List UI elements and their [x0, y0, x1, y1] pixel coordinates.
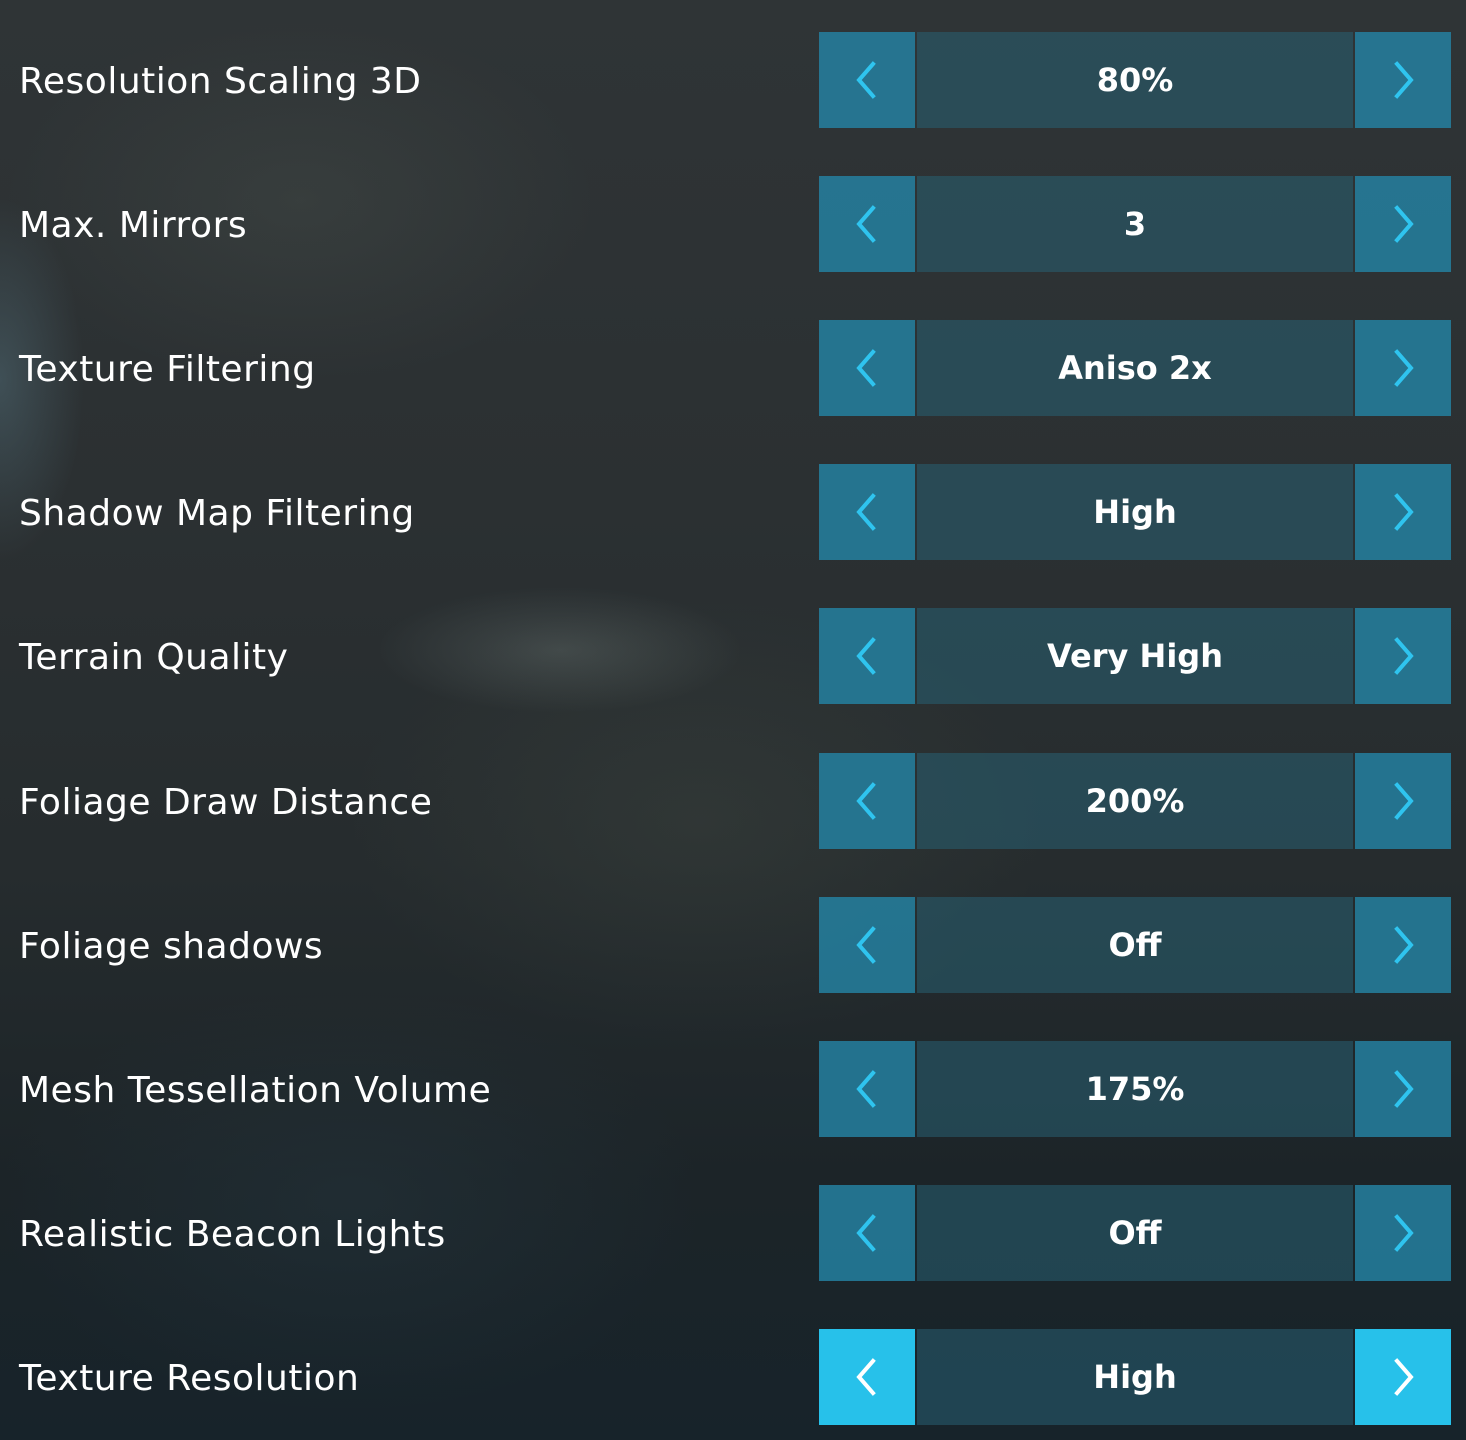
- chevron-right-icon: [1394, 1214, 1414, 1252]
- option-selector: Off: [819, 897, 1451, 993]
- option-value-display: 200%: [917, 753, 1353, 849]
- setting-label: Shadow Map Filtering: [19, 493, 415, 534]
- option-selector: High: [819, 464, 1451, 560]
- option-value-display: Off: [917, 1185, 1353, 1281]
- setting-label: Foliage Draw Distance: [19, 782, 433, 823]
- setting-label: Mesh Tessellation Volume: [19, 1070, 492, 1111]
- option-selector: Aniso 2x: [819, 320, 1451, 416]
- previous-option-button[interactable]: [819, 464, 915, 560]
- setting-label: Resolution Scaling 3D: [19, 61, 422, 102]
- setting-row-terrain-quality: Terrain Quality Very High: [0, 608, 1466, 704]
- chevron-left-icon: [856, 1070, 876, 1108]
- chevron-left-icon: [856, 1358, 876, 1396]
- chevron-left-icon: [856, 493, 876, 531]
- setting-row-mesh-tessellation-volume: Mesh Tessellation Volume 175%: [0, 1041, 1466, 1137]
- option-value: High: [1093, 493, 1177, 531]
- previous-option-button[interactable]: [819, 608, 915, 704]
- option-value-display: High: [917, 1329, 1353, 1425]
- option-value-display: Very High: [917, 608, 1353, 704]
- option-value-display: 80%: [917, 32, 1353, 128]
- setting-row-texture-resolution: Texture Resolution High: [0, 1329, 1466, 1425]
- option-selector: 200%: [819, 753, 1451, 849]
- setting-label: Texture Filtering: [19, 349, 316, 390]
- setting-row-foliage-draw-distance: Foliage Draw Distance 200%: [0, 753, 1466, 849]
- setting-label: Texture Resolution: [19, 1358, 360, 1399]
- chevron-right-icon: [1394, 493, 1414, 531]
- option-selector: Off: [819, 1185, 1451, 1281]
- chevron-right-icon: [1394, 1070, 1414, 1108]
- previous-option-button[interactable]: [819, 1185, 915, 1281]
- option-value-display: Off: [917, 897, 1353, 993]
- chevron-left-icon: [856, 205, 876, 243]
- option-value: High: [1093, 1358, 1177, 1396]
- previous-option-button[interactable]: [819, 176, 915, 272]
- setting-row-max-mirrors: Max. Mirrors 3: [0, 176, 1466, 272]
- setting-row-resolution-scaling-3d: Resolution Scaling 3D 80%: [0, 32, 1466, 128]
- option-selector: 175%: [819, 1041, 1451, 1137]
- previous-option-button[interactable]: [819, 753, 915, 849]
- setting-label: Terrain Quality: [19, 637, 289, 678]
- chevron-left-icon: [856, 349, 876, 387]
- chevron-right-icon: [1394, 1358, 1414, 1396]
- next-option-button[interactable]: [1355, 1329, 1451, 1425]
- previous-option-button[interactable]: [819, 32, 915, 128]
- option-selector: 80%: [819, 32, 1451, 128]
- chevron-right-icon: [1394, 349, 1414, 387]
- option-value: Off: [1108, 926, 1162, 964]
- option-value-display: 3: [917, 176, 1353, 272]
- option-value: 200%: [1085, 782, 1185, 820]
- previous-option-button[interactable]: [819, 1329, 915, 1425]
- chevron-left-icon: [856, 782, 876, 820]
- next-option-button[interactable]: [1355, 1041, 1451, 1137]
- setting-row-foliage-shadows: Foliage shadows Off: [0, 897, 1466, 993]
- setting-label: Max. Mirrors: [19, 205, 248, 246]
- next-option-button[interactable]: [1355, 1185, 1451, 1281]
- option-value: 3: [1123, 205, 1147, 243]
- setting-row-shadow-map-filtering: Shadow Map Filtering High: [0, 464, 1466, 560]
- next-option-button[interactable]: [1355, 176, 1451, 272]
- option-selector: 3: [819, 176, 1451, 272]
- option-value-display: High: [917, 464, 1353, 560]
- setting-row-realistic-beacon-lights: Realistic Beacon Lights Off: [0, 1185, 1466, 1281]
- option-value-display: 175%: [917, 1041, 1353, 1137]
- option-value-display: Aniso 2x: [917, 320, 1353, 416]
- next-option-button[interactable]: [1355, 464, 1451, 560]
- option-selector: High: [819, 1329, 1451, 1425]
- chevron-left-icon: [856, 926, 876, 964]
- next-option-button[interactable]: [1355, 320, 1451, 416]
- next-option-button[interactable]: [1355, 608, 1451, 704]
- previous-option-button[interactable]: [819, 1041, 915, 1137]
- previous-option-button[interactable]: [819, 320, 915, 416]
- chevron-right-icon: [1394, 926, 1414, 964]
- option-value: Aniso 2x: [1058, 349, 1212, 387]
- chevron-right-icon: [1394, 782, 1414, 820]
- option-value: Off: [1108, 1214, 1162, 1252]
- setting-label: Realistic Beacon Lights: [19, 1214, 446, 1255]
- option-value: 80%: [1096, 61, 1174, 99]
- option-selector: Very High: [819, 608, 1451, 704]
- previous-option-button[interactable]: [819, 897, 915, 993]
- next-option-button[interactable]: [1355, 897, 1451, 993]
- setting-label: Foliage shadows: [19, 926, 324, 967]
- chevron-right-icon: [1394, 637, 1414, 675]
- option-value: Very High: [1047, 637, 1223, 675]
- chevron-left-icon: [856, 61, 876, 99]
- chevron-right-icon: [1394, 61, 1414, 99]
- setting-row-texture-filtering: Texture Filtering Aniso 2x: [0, 320, 1466, 416]
- next-option-button[interactable]: [1355, 32, 1451, 128]
- next-option-button[interactable]: [1355, 753, 1451, 849]
- option-value: 175%: [1085, 1070, 1185, 1108]
- chevron-left-icon: [856, 1214, 876, 1252]
- chevron-left-icon: [856, 637, 876, 675]
- chevron-right-icon: [1394, 205, 1414, 243]
